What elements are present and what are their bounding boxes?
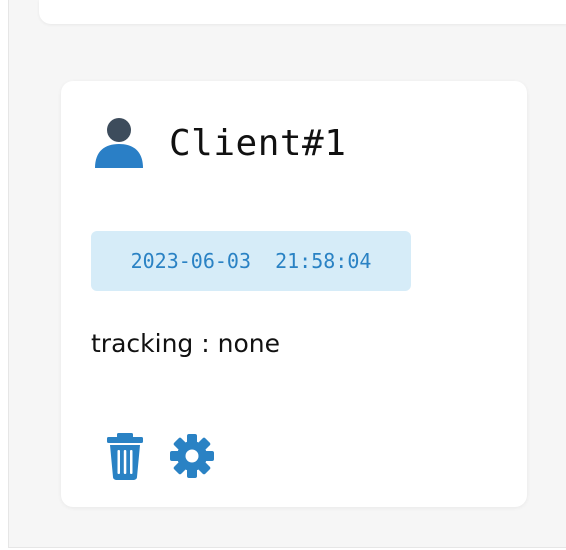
client-actions xyxy=(105,431,215,481)
client-card: Client#1 2023-06-03 21:58:04 tracking : … xyxy=(61,81,527,507)
client-list-panel: Client#1 2023-06-03 21:58:04 tracking : … xyxy=(8,0,566,548)
previous-client-card xyxy=(39,0,566,24)
user-icon xyxy=(93,117,145,169)
client-name: Client#1 xyxy=(169,122,347,164)
gear-icon xyxy=(170,434,214,478)
trash-icon xyxy=(107,433,143,480)
client-card-header: Client#1 xyxy=(93,115,346,171)
settings-button[interactable] xyxy=(169,433,215,479)
tracking-status: tracking : none xyxy=(91,329,280,358)
delete-button[interactable] xyxy=(105,431,145,481)
timestamp-badge: 2023-06-03 21:58:04 xyxy=(91,231,411,291)
